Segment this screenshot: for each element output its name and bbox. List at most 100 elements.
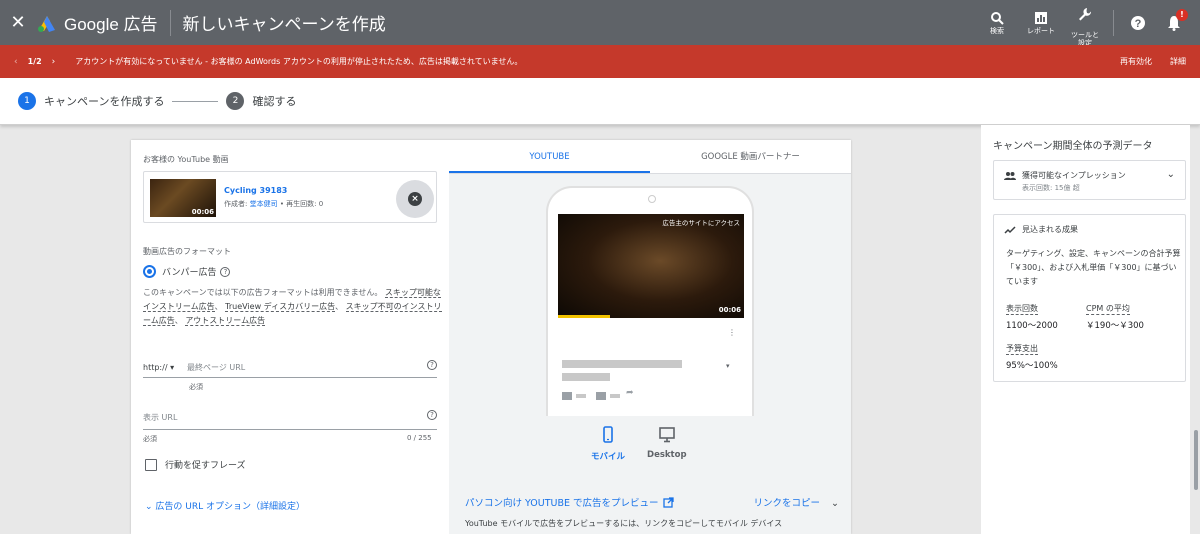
tab-video-partners[interactable]: GOOGLE 動画パートナー [650, 140, 851, 173]
creator-name[interactable]: 堂本健司 [250, 200, 278, 208]
metric-budget-value: 95%～100% [1006, 361, 1058, 371]
desktop-preview-link[interactable]: パソコン向け YOUTUBE で広告をプレビュー [465, 495, 674, 509]
google-ads-logo-icon [38, 15, 55, 32]
creator-label: 作成者: [224, 200, 248, 208]
bumper-ad-option[interactable]: バンパー広告 ? [143, 265, 231, 278]
ad-creation-card: お客様の YouTube 動画 00:06 Cycling 39183 作成者:… [131, 140, 851, 534]
details-link[interactable]: 詳細 [1170, 56, 1186, 67]
placeholder-line [576, 394, 586, 398]
selected-video-card: 00:06 Cycling 39183 作成者: 堂本健司 • 再生回数: 0 … [143, 171, 437, 223]
format-unavailable-note: このキャンペーンでは以下の広告フォーマットは利用できません。 スキップ可能なイン… [143, 286, 443, 328]
device-mobile[interactable]: モバイル [591, 426, 625, 462]
separator: 、 [174, 316, 183, 325]
step-connector [172, 100, 219, 102]
remove-video-button[interactable]: × [396, 180, 434, 218]
ad-preview-panel: YOUTUBE GOOGLE 動画パートナー 広告主のサイトにアクセス 00:0… [449, 140, 851, 534]
copy-link-label: リンクをコピー [753, 498, 820, 509]
tools-settings-button[interactable]: ツールと 設定 [1063, 0, 1107, 47]
like-icon [562, 392, 572, 400]
device-mobile-label: モバイル [591, 452, 626, 462]
video-title[interactable]: Cycling 39183 [224, 186, 287, 195]
step-label: キャンペーンを作成する [44, 95, 165, 108]
account-alert-banner: ‹ 1/2 › アカウントが有効になっていません - お客様の AdWords … [0, 45, 1200, 78]
metric-impressions-value: 1100～2000 [1006, 321, 1058, 331]
toolbar-divider [1113, 9, 1114, 36]
chevron-left-icon[interactable]: ‹ [14, 57, 18, 67]
bumper-radio[interactable] [143, 265, 156, 278]
forecast-panel: キャンペーン期間全体の予測データ 獲得可能なインプレッション 表示回数: 15億… [981, 125, 1190, 534]
placeholder-line [610, 394, 620, 398]
close-icon: × [408, 192, 422, 206]
reports-icon [1035, 11, 1047, 24]
format-discovery[interactable]: TrueView ディスカバリー広告 [225, 302, 336, 312]
search-button[interactable]: 検索 [975, 11, 1019, 35]
results-title: 見込まれる成果 [1022, 225, 1078, 234]
chevron-down-icon: ⌄ [1166, 169, 1175, 180]
help-icon[interactable]: ? [427, 410, 437, 420]
cta-label: 行動を促すフレーズ [165, 461, 246, 471]
search-icon [991, 11, 1004, 25]
reports-button[interactable]: レポート [1019, 11, 1063, 35]
more-options-icon[interactable]: ⋮ [728, 328, 736, 337]
alert-page-count: 1/2 [27, 57, 42, 66]
copy-link-button[interactable]: リンクをコピー ⌄ [753, 495, 839, 509]
help-icon: ? [1131, 15, 1145, 30]
alert-message: アカウントが有効になっていません - お客様の AdWords アカウントの利用… [75, 57, 523, 66]
svg-text:?: ? [1135, 18, 1142, 30]
video-duration: 00:06 [191, 208, 214, 216]
url-options-toggle[interactable]: ⌄ 広告の URL オプション（詳細設定） [145, 499, 305, 512]
view-count: • 再生回数: 0 [279, 200, 324, 208]
share-icon: ➦ [626, 388, 634, 398]
step-label: 確認する [252, 95, 297, 108]
device-desktop-label: Desktop [647, 450, 687, 460]
display-url-field[interactable]: 表示 URL ? [143, 406, 437, 430]
ad-form: お客様の YouTube 動画 00:06 Cycling 39183 作成者:… [131, 140, 449, 534]
forecast-title: キャンペーン期間全体の予測データ [993, 141, 1153, 152]
impressions-subtitle: 表示回数: 15億 超 [1022, 184, 1080, 192]
page-title: 新しいキャンペーンを作成 [182, 15, 386, 34]
help-icon[interactable]: ? [427, 360, 437, 370]
desktop-preview-label: パソコン向け YOUTUBE で広告をプレビュー [465, 498, 659, 509]
page-scrollbar[interactable] [1194, 430, 1198, 490]
notifications-button[interactable]: ! [1156, 8, 1192, 31]
reactivate-link[interactable]: 再有効化 [1120, 56, 1152, 67]
step-review[interactable]: 2 確認する [226, 92, 296, 110]
alert-pager: ‹ 1/2 › [14, 57, 55, 67]
preview-duration: 00:06 [718, 306, 741, 314]
ad-format-label: 動画広告のフォーマット [143, 247, 231, 256]
notification-badge: ! [1176, 8, 1188, 21]
expected-results-card: 見込まれる成果 ターゲティング、設定、キャンペーンの合計予算「￥300」、および… [993, 214, 1186, 382]
metric-impressions-label: 表示回数 [1006, 304, 1038, 315]
impressions-title: 獲得可能なインプレッション [1022, 171, 1126, 180]
chevron-down-icon[interactable]: ▾ [726, 362, 730, 370]
chevron-right-icon[interactable]: › [52, 57, 56, 67]
impressions-card[interactable]: 獲得可能なインプレッション 表示回数: 15億 超 ⌄ [993, 160, 1186, 200]
step-create-campaign[interactable]: 1 キャンペーンを作成する [18, 92, 164, 110]
brand-name: Google 広告 [64, 15, 158, 34]
chevron-down-icon: ⌄ [831, 498, 839, 509]
dislike-icon [596, 392, 606, 400]
help-icon[interactable]: ? [220, 266, 231, 277]
protocol-select[interactable]: http:// ▾ [143, 363, 177, 372]
cta-checkbox[interactable] [145, 458, 157, 471]
final-url-field[interactable]: http:// ▾ 最終ページ URL ? [143, 358, 437, 378]
close-icon[interactable]: ✕ [0, 12, 36, 33]
tab-youtube[interactable]: YOUTUBE [449, 140, 650, 173]
format-outstream[interactable]: アウトストリーム広告 [185, 316, 266, 326]
your-video-label: お客様の YouTube 動画 [143, 155, 229, 164]
results-description: ターゲティング、設定、キャンペーンの合計予算「￥300」、および入札単価「￥30… [1006, 249, 1181, 286]
help-button[interactable]: ? [1120, 15, 1156, 31]
mobile-preview-instructions: YouTube モバイルで広告をプレビューするには、リンクをコピーしてモバイル … [465, 519, 783, 528]
url-options-label: 広告の URL オプション（詳細設定） [155, 502, 305, 512]
required-hint: 必須 [143, 435, 157, 443]
preview-tabs: YOUTUBE GOOGLE 動画パートナー [449, 140, 851, 174]
cta-checkbox-row[interactable]: 行動を促すフレーズ [145, 458, 246, 471]
separator: 、 [335, 302, 344, 311]
char-counter: 0 / 255 [407, 434, 432, 442]
placeholder-line [562, 360, 682, 368]
device-desktop[interactable]: Desktop [647, 426, 687, 462]
metric-cpm-label: CPM の平均 [1086, 304, 1130, 315]
note-text: このキャンペーンでは以下の広告フォーマットは利用できません。 [143, 288, 383, 297]
separator: 、 [214, 302, 223, 311]
visit-advertiser-overlay[interactable]: 広告主のサイトにアクセス [662, 217, 740, 227]
